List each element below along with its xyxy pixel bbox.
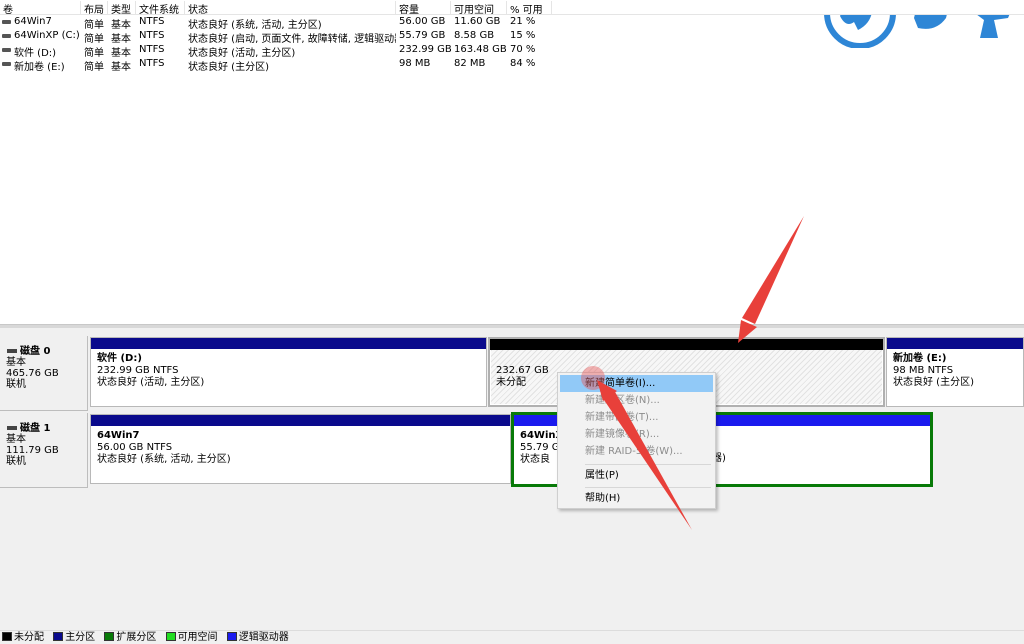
volume-type: 基本 bbox=[111, 62, 131, 73]
column-header-free-space[interactable]: 可用空间 bbox=[451, 1, 507, 14]
partition-size: 56.00 GB NTFS bbox=[97, 442, 173, 453]
partition-name: 64Win7 bbox=[97, 430, 140, 441]
volume-capacity: 55.79 GB bbox=[399, 30, 446, 41]
volume-filesystem: NTFS bbox=[139, 58, 165, 69]
disk-state: 联机 bbox=[6, 456, 26, 467]
legend-item: 逻辑驱动器 bbox=[226, 631, 289, 644]
table-row[interactable]: 64Win7 简单 基本 NTFS 状态良好 (系统, 活动, 主分区) 56.… bbox=[0, 15, 560, 31]
volume-table-header: 卷 布局 类型 文件系统 状态 容量 可用空间 % 可用 bbox=[0, 0, 1024, 15]
volume-percent-free: 21 % bbox=[510, 16, 536, 27]
disk-icon bbox=[7, 426, 17, 430]
table-row[interactable]: 64WinXP (C:) 简单 基本 NTFS 状态良好 (启动, 页面文件, … bbox=[0, 29, 560, 45]
volume-name: 64WinXP (C:) bbox=[14, 30, 80, 41]
partition-status: 状态良好 (活动, 主分区) bbox=[97, 377, 205, 388]
partition-64win7[interactable]: 64Win7 56.00 GB NTFS 状态良好 (系统, 活动, 主分区) bbox=[90, 414, 511, 484]
column-header-percent-free[interactable]: % 可用 bbox=[507, 1, 552, 14]
menu-item-properties[interactable]: 属性(P) bbox=[560, 467, 713, 484]
legend-item: 可用空间 bbox=[165, 631, 218, 644]
volume-capacity: 56.00 GB bbox=[399, 16, 446, 27]
menu-separator bbox=[585, 464, 711, 465]
table-row[interactable]: 软件 (D:) 简单 基本 NTFS 状态良好 (活动, 主分区) 232.99… bbox=[0, 43, 560, 59]
partition-name: 软件 (D:) bbox=[97, 353, 142, 364]
disk-title: 磁盘 1 bbox=[6, 423, 87, 434]
primary-partition-bar bbox=[91, 415, 510, 426]
volume-free-space: 8.58 GB bbox=[454, 30, 495, 41]
click-indicator bbox=[581, 366, 605, 390]
volume-percent-free: 70 % bbox=[510, 44, 536, 55]
column-header-filesystem[interactable]: 文件系统 bbox=[136, 1, 185, 14]
context-menu: 新建简单卷(I)... 新建跨区卷(N)... 新建带区卷(T)... 新建镜像… bbox=[557, 372, 716, 509]
primary-partition-bar bbox=[91, 338, 486, 349]
volume-status: 状态良好 (主分区) bbox=[188, 62, 269, 73]
volume-name: 新加卷 (E:) bbox=[14, 62, 65, 73]
menu-separator bbox=[585, 487, 711, 488]
menu-item-new-raid5-volume[interactable]: 新建 RAID-5 卷(W)... bbox=[560, 443, 713, 460]
disk-1-label[interactable]: 磁盘 1 基本 111.79 GB 联机 bbox=[0, 413, 88, 488]
column-header-status[interactable]: 状态 bbox=[185, 1, 396, 14]
partition-status: 状态良好 (系统, 活动, 主分区) bbox=[97, 454, 231, 465]
menu-item-new-spanned-volume[interactable]: 新建跨区卷(N)... bbox=[560, 392, 713, 409]
volume-filesystem: NTFS bbox=[139, 16, 165, 27]
partition-new-volume-e[interactable]: 新加卷 (E:) 98 MB NTFS 状态良好 (主分区) bbox=[886, 337, 1024, 407]
column-header-layout[interactable]: 布局 bbox=[81, 1, 108, 14]
partition-size: 98 MB NTFS bbox=[893, 365, 954, 376]
partition-status: 状态良好 (主分区) bbox=[893, 377, 974, 388]
legend-item: 扩展分区 bbox=[104, 631, 156, 644]
disk-type: 基本 bbox=[6, 434, 26, 445]
disk-icon bbox=[7, 349, 17, 353]
disk-size: 111.79 GB bbox=[6, 445, 59, 456]
legend: 未分配 主分区 扩展分区 可用空间 逻辑驱动器 bbox=[0, 630, 1024, 644]
volume-free-space: 82 MB bbox=[454, 58, 486, 69]
menu-item-help[interactable]: 帮助(H) bbox=[560, 490, 713, 507]
volume-percent-free: 15 % bbox=[510, 30, 536, 41]
volume-filesystem: NTFS bbox=[139, 30, 165, 41]
partition-size: 232.99 GB NTFS bbox=[97, 365, 179, 376]
disk-graphical-view: 磁盘 0 基本 465.76 GB 联机 软件 (D:) 232.99 GB N… bbox=[0, 328, 1024, 630]
legend-item: 未分配 bbox=[2, 631, 44, 644]
partition-name: 新加卷 (E:) bbox=[893, 353, 947, 364]
volume-name: 64Win7 bbox=[14, 16, 52, 27]
menu-item-new-striped-volume[interactable]: 新建带区卷(T)... bbox=[560, 409, 713, 426]
volume-layout: 简单 bbox=[84, 62, 104, 73]
disk-size: 465.76 GB bbox=[6, 368, 59, 379]
volume-free-space: 11.60 GB bbox=[454, 16, 501, 27]
column-header-type[interactable]: 类型 bbox=[108, 1, 136, 14]
volume-percent-free: 84 % bbox=[510, 58, 536, 69]
disk-0-label[interactable]: 磁盘 0 基本 465.76 GB 联机 bbox=[0, 336, 88, 411]
disk-type: 基本 bbox=[6, 357, 26, 368]
volume-capacity: 232.99 GB bbox=[399, 44, 451, 55]
disk-title: 磁盘 0 bbox=[6, 346, 87, 357]
legend-item: 主分区 bbox=[53, 631, 95, 644]
disk-state: 联机 bbox=[6, 379, 26, 390]
unallocated-bar bbox=[490, 339, 883, 350]
table-row[interactable]: 新加卷 (E:) 简单 基本 NTFS 状态良好 (主分区) 98 MB 82 … bbox=[0, 57, 560, 73]
volume-free-space: 163.48 GB bbox=[454, 44, 507, 55]
volume-capacity: 98 MB bbox=[399, 58, 431, 69]
volume-filesystem: NTFS bbox=[139, 44, 165, 55]
column-header-volume[interactable]: 卷 bbox=[0, 1, 81, 14]
partition-software-d[interactable]: 软件 (D:) 232.99 GB NTFS 状态良好 (活动, 主分区) bbox=[90, 337, 487, 407]
column-header-capacity[interactable]: 容量 bbox=[396, 1, 451, 14]
menu-item-new-mirrored-volume[interactable]: 新建镜像卷(R)... bbox=[560, 426, 713, 443]
primary-partition-bar bbox=[887, 338, 1023, 349]
